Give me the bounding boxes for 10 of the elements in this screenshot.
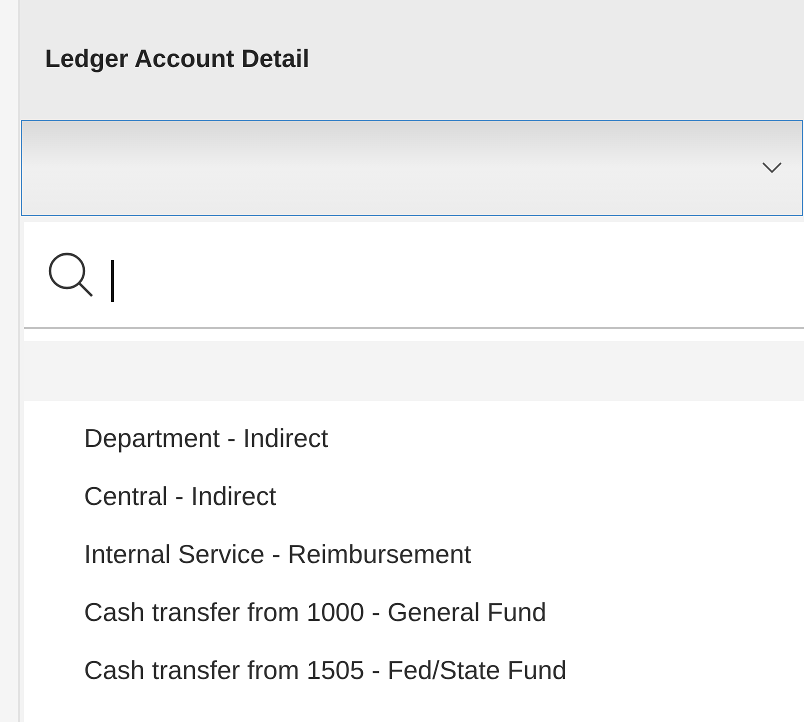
dropdown-option[interactable]: Internal Service - Reimbursement xyxy=(24,525,804,583)
dropdown-option[interactable]: Cash transfer from 1505 - Fed/State Fund xyxy=(24,641,804,699)
dropdown-field[interactable] xyxy=(21,120,803,216)
text-cursor xyxy=(111,260,114,302)
panel-title: Ledger Account Detail xyxy=(45,44,310,76)
chevron-down-icon xyxy=(762,162,782,174)
dropdown-option[interactable]: Cash transfer from 1000 - General Fund xyxy=(24,583,804,641)
dropdown-option[interactable]: Central - Indirect xyxy=(24,467,804,525)
dropdown-option[interactable]: Department - Indirect xyxy=(24,409,804,467)
search-icon xyxy=(47,250,95,298)
